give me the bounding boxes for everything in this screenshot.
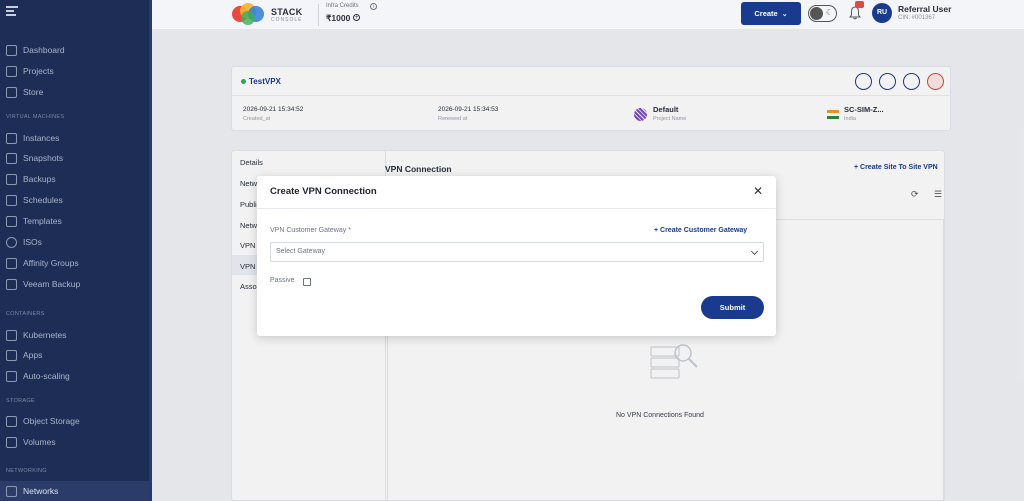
chevron-down-icon (750, 247, 759, 256)
sidebar-item-label: Dashboard (23, 45, 65, 55)
kubernetes-icon (6, 329, 17, 341)
passive-label: Passive (270, 277, 295, 284)
section-label-storage: STORAGE (6, 398, 35, 404)
top-header: STACK CONSOLE Infra Credits i ₹1000 + Cr… (152, 0, 1024, 30)
create-button-label: Create (754, 9, 778, 18)
sidebar-item-label: Backups (23, 174, 56, 184)
theme-toggle[interactable]: ☾ (808, 5, 837, 22)
header-divider (318, 4, 319, 26)
close-icon[interactable]: ✕ (751, 184, 765, 198)
section-label-containers: CONTAINERS (6, 311, 45, 317)
avatar[interactable]: RU (872, 3, 892, 23)
gateway-field-label: VPN Customer Gateway * (270, 227, 351, 234)
stack-logo-icon[interactable] (230, 2, 270, 26)
sidebar-item-label: Object Storage (23, 416, 80, 426)
volume-icon (6, 436, 17, 448)
cart-icon (6, 86, 17, 98)
disc-icon (6, 236, 17, 248)
sidebar-item-store[interactable]: Store (0, 82, 149, 102)
sidebar-item-label: Projects (23, 66, 54, 76)
home-icon (6, 44, 17, 56)
moon-icon: ☾ (825, 8, 833, 17)
affinity-icon (6, 257, 17, 269)
sidebar-item-instances[interactable]: Instances (0, 128, 149, 148)
sidebar-item-label: Auto-scaling (23, 371, 70, 381)
sun-icon (810, 7, 823, 20)
passive-checkbox[interactable] (303, 278, 311, 286)
sidebar-item-label: Affinity Groups (23, 258, 79, 268)
sidebar-item-volumes[interactable]: Volumes (0, 432, 149, 452)
sidebar-item-templates[interactable]: Templates (0, 211, 149, 231)
sidebar-item-label: Apps (23, 350, 43, 360)
gateway-label-text: VPN Customer Gateway (270, 227, 347, 234)
sidebar-item-affinity-groups[interactable]: Affinity Groups (0, 253, 149, 273)
sidebar-item-label: Veeam Backup (23, 279, 81, 289)
sidebar-item-label: Instances (23, 133, 60, 143)
calendar-icon (6, 194, 17, 206)
sidebar-item-projects[interactable]: Projects (0, 61, 149, 81)
credits-value: ₹1000 (326, 13, 351, 23)
sidebar-item-backups[interactable]: Backups (0, 169, 149, 189)
create-vpn-connection-modal: Create VPN Connection ✕ VPN Customer Gat… (257, 176, 776, 336)
sidebar-item-label: Templates (23, 216, 62, 226)
sidebar-item-label: Networks (23, 486, 59, 496)
cube-icon (6, 65, 17, 77)
sidebar-item-networks[interactable]: Networks (0, 481, 149, 501)
menu-toggle-icon[interactable] (6, 6, 18, 16)
sidebar: Dashboard Projects Store VIRTUAL MACHINE… (0, 0, 152, 501)
logo-subtext: CONSOLE (271, 17, 303, 23)
user-cin: CIN: #001367 (898, 15, 936, 21)
sidebar-item-label: Snapshots (23, 153, 64, 163)
veeam-icon (6, 278, 17, 290)
create-customer-gateway-link[interactable]: + Create Customer Gateway (654, 227, 747, 234)
submit-button[interactable]: Submit (701, 296, 764, 319)
storage-icon (6, 415, 17, 427)
sidebar-item-label: Store (23, 87, 44, 97)
backup-icon (6, 173, 17, 185)
network-icon (6, 485, 17, 497)
sidebar-item-label: Kubernetes (23, 330, 67, 340)
create-button[interactable]: Create ⌄ (741, 2, 801, 25)
user-name[interactable]: Referral User (898, 4, 951, 14)
add-credits-icon[interactable]: + (353, 14, 360, 21)
sidebar-item-label: Schedules (23, 195, 63, 205)
gateway-select-placeholder: Select Gateway (276, 248, 326, 255)
notification-badge (855, 1, 864, 8)
modal-divider (257, 208, 776, 209)
sidebar-item-auto-scaling[interactable]: Auto-scaling (0, 366, 149, 386)
sidebar-item-kubernetes[interactable]: Kubernetes (0, 325, 149, 345)
camera-icon (6, 152, 17, 164)
bell-icon[interactable] (849, 6, 861, 20)
info-icon[interactable]: i (370, 3, 377, 10)
sidebar-item-label: ISOs (23, 237, 42, 247)
apps-icon (6, 349, 17, 361)
logo-text: STACK (271, 7, 303, 17)
sidebar-item-label: Volumes (23, 437, 56, 447)
required-mark: * (348, 227, 351, 234)
chevron-down-icon: ⌄ (781, 10, 788, 18)
sidebar-item-apps[interactable]: Apps (0, 345, 149, 365)
modal-title: Create VPN Connection (270, 186, 377, 197)
sidebar-item-object-storage[interactable]: Object Storage (0, 411, 149, 431)
sidebar-item-isos[interactable]: ISOs (0, 232, 149, 252)
section-label-virtual-machines: VIRTUAL MACHINES (6, 114, 65, 120)
sidebar-item-snapshots[interactable]: Snapshots (0, 148, 149, 168)
template-icon (6, 215, 17, 227)
gateway-select[interactable]: Select Gateway (270, 242, 764, 262)
sidebar-item-schedules[interactable]: Schedules (0, 190, 149, 210)
instance-icon (6, 132, 17, 144)
autoscale-icon (6, 370, 17, 382)
sidebar-item-veeam-backup[interactable]: Veeam Backup (0, 274, 149, 294)
credits-label: Infra Credits (326, 3, 359, 9)
sidebar-item-dashboard[interactable]: Dashboard (0, 40, 149, 60)
section-label-networking: NETWORKING (6, 468, 47, 474)
